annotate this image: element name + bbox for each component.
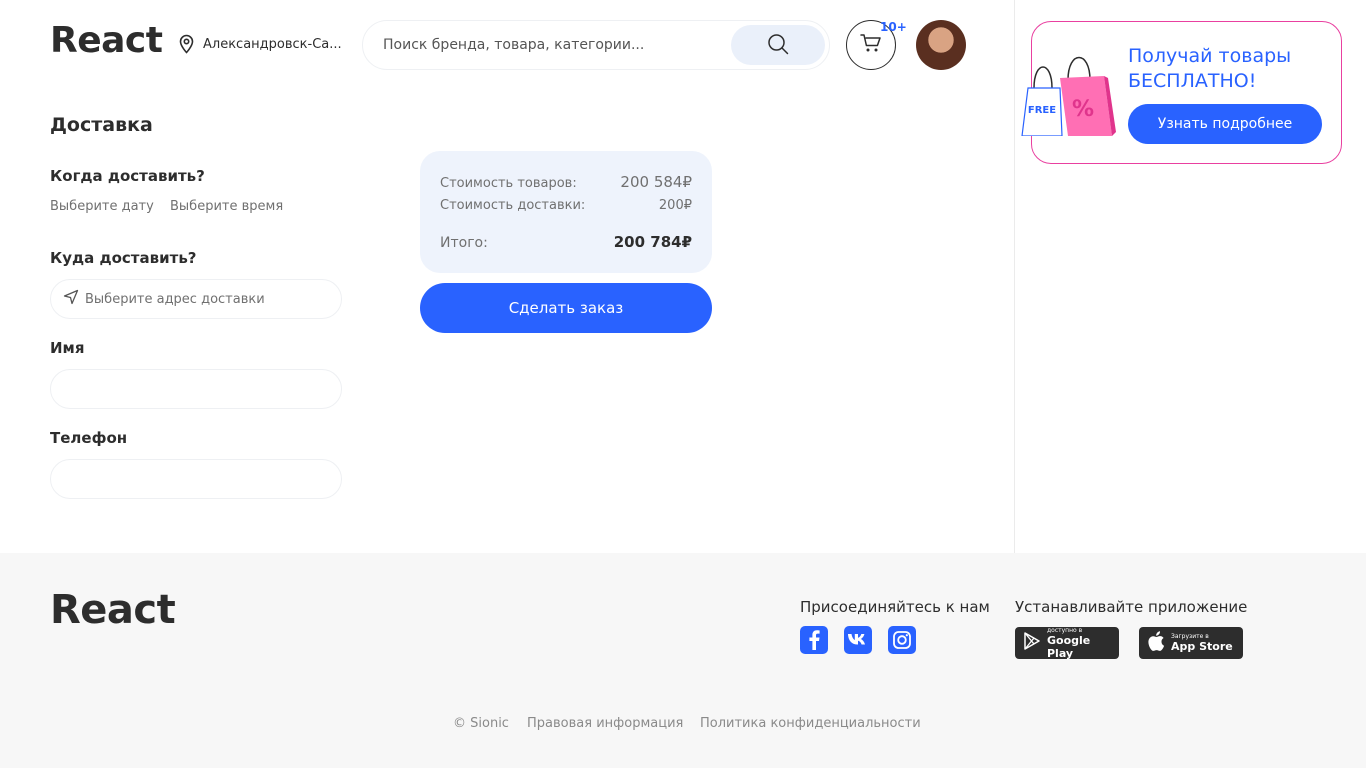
name-label: Имя: [50, 339, 85, 357]
privacy-policy-link[interactable]: Политика конфиденциальности: [700, 716, 921, 731]
goods-cost-value: 200 584₽: [620, 173, 692, 191]
install-app-label: Устанавливайте приложение: [1015, 598, 1248, 616]
search-icon: [767, 33, 789, 58]
legal-info-link[interactable]: Правовая информация: [527, 716, 683, 731]
navigation-arrow-icon: [63, 289, 79, 309]
cart-icon: [860, 33, 882, 57]
google-play-text: доступно в Google Play: [1047, 627, 1119, 660]
promo-banner: FREE % Получай товары БЕСПЛАТНО! Узнать …: [1021, 21, 1342, 164]
vk-icon[interactable]: [844, 626, 872, 654]
select-time-link[interactable]: Выберите время: [170, 199, 283, 214]
delivery-cost-label: Стоимость доставки:: [440, 198, 586, 213]
app-store-big-label: App Store: [1171, 640, 1233, 653]
app-store-text: Загрузите в App Store: [1171, 633, 1233, 653]
delivery-cost-row: Стоимость доставки: 200₽: [440, 198, 692, 213]
learn-more-button[interactable]: Узнать подробнее: [1128, 104, 1322, 144]
place-order-button[interactable]: Сделать заказ: [420, 283, 712, 333]
join-us-label: Присоединяйтесь к нам: [800, 598, 990, 616]
footer: React Присоединяйтесь к нам Устанавливай…: [0, 553, 1366, 768]
select-date-link[interactable]: Выберите дату: [50, 199, 154, 214]
address-input[interactable]: [79, 280, 341, 318]
phone-field: [50, 459, 342, 499]
total-row: Итого: 200 784₽: [440, 233, 692, 251]
footer-logo[interactable]: React: [50, 587, 176, 633]
total-value: 200 784₽: [613, 233, 692, 251]
page-title: Доставка: [50, 114, 153, 136]
cart-count-badge: 10+: [880, 20, 907, 34]
where-label: Куда доставить?: [50, 249, 197, 267]
facebook-icon[interactable]: [800, 626, 828, 654]
google-play-big-label: Google Play: [1047, 633, 1091, 660]
sidebar-divider: [1014, 0, 1015, 553]
address-field[interactable]: [50, 279, 342, 319]
name-field: [50, 369, 342, 409]
google-play-button[interactable]: доступно в Google Play: [1015, 627, 1119, 660]
bag-free-label: FREE: [1028, 105, 1056, 116]
avatar[interactable]: [916, 20, 966, 70]
order-summary: Стоимость товаров: 200 584₽ Стоимость до…: [420, 151, 712, 273]
google-play-small-label: доступно в: [1047, 626, 1083, 634]
goods-cost-row: Стоимость товаров: 200 584₽: [440, 173, 692, 191]
google-play-icon: [1023, 632, 1041, 654]
promo-title: Получай товары БЕСПЛАТНО!: [1128, 45, 1292, 92]
search-input[interactable]: [363, 21, 731, 69]
name-input[interactable]: [51, 370, 341, 408]
location-selector[interactable]: Александровск-Са...: [178, 34, 342, 54]
bag-percent-label: %: [1072, 97, 1094, 122]
app-store-button[interactable]: Загрузите в App Store: [1139, 627, 1243, 659]
when-label: Когда доставить?: [50, 167, 205, 185]
location-label: Александровск-Са...: [203, 36, 342, 52]
search-bar: [362, 20, 830, 70]
location-pin-icon: [178, 34, 195, 54]
logo[interactable]: React: [50, 20, 163, 61]
goods-cost-label: Стоимость товаров:: [440, 176, 577, 191]
phone-label: Телефон: [50, 429, 128, 447]
shopping-bags-icon: FREE %: [1021, 56, 1116, 136]
delivery-cost-value: 200₽: [658, 198, 692, 213]
phone-input[interactable]: [51, 460, 341, 498]
search-button[interactable]: [731, 25, 825, 65]
app-store-small-label: Загрузите в: [1171, 633, 1209, 640]
total-label: Итого:: [440, 235, 488, 251]
instagram-icon[interactable]: [888, 626, 916, 654]
apple-icon: [1147, 631, 1165, 655]
copyright: © Sionic: [453, 716, 509, 731]
